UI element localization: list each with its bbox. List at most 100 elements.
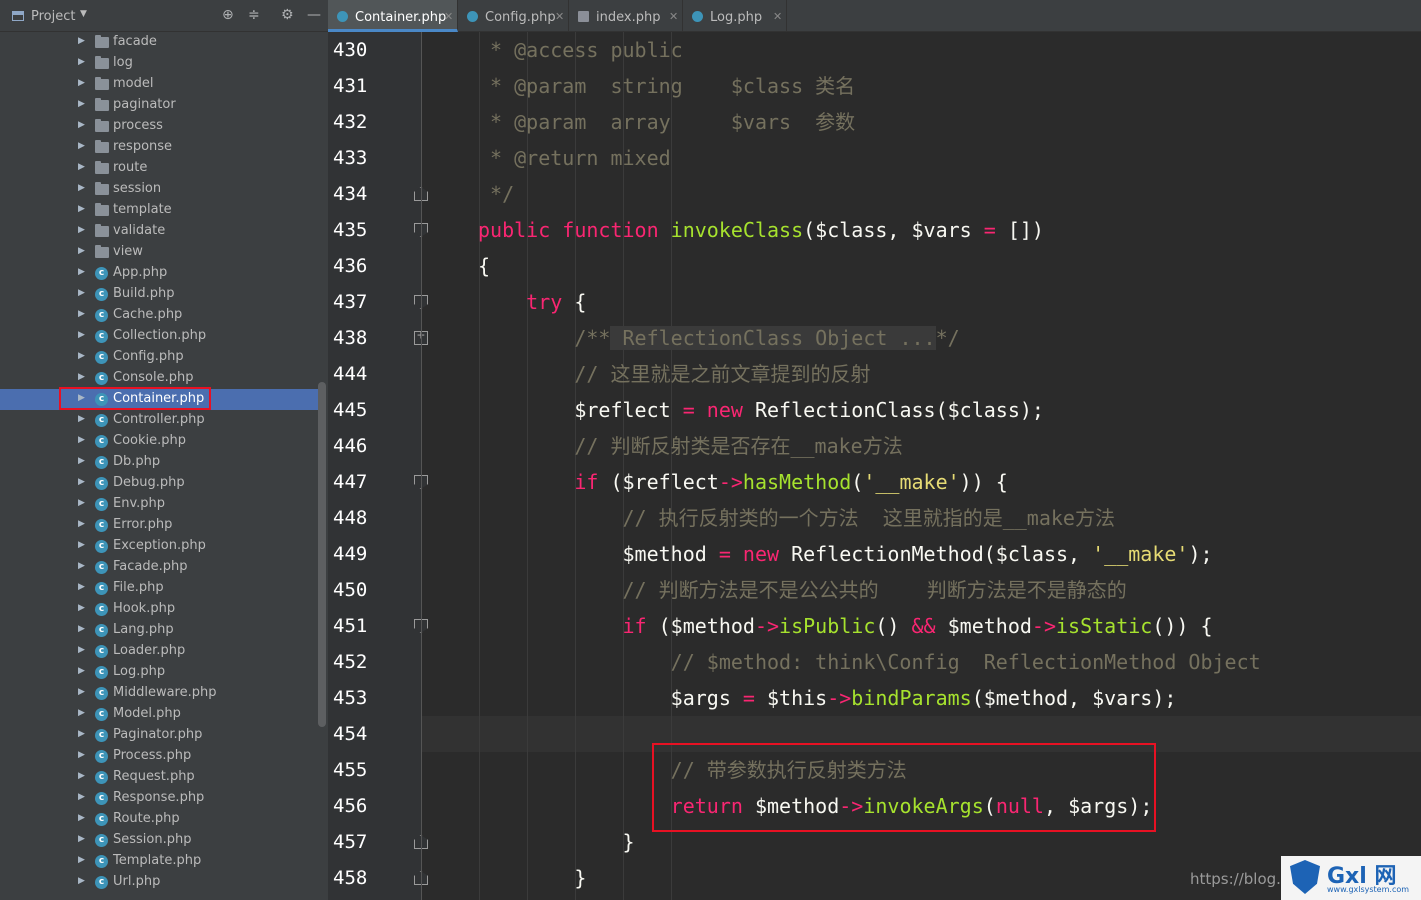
tree-item[interactable]: ▶ process [0,116,318,137]
expand-arrow-icon[interactable]: ▶ [78,435,85,445]
tree-scrollbar[interactable] [318,382,326,727]
tree-item[interactable]: ▶ c Loader.php [0,641,318,662]
code-line[interactable]: */ [478,176,514,212]
tab-config-php[interactable]: Config.php ✕ [458,0,569,32]
expand-arrow-icon[interactable]: ▶ [78,477,85,487]
code-line[interactable]: if ($reflect->hasMethod('__make')) { [478,464,1008,500]
close-icon[interactable]: ✕ [444,10,453,23]
tab-index-php[interactable]: index.php ✕ [569,0,683,32]
tree-item[interactable]: ▶ log [0,53,318,74]
expand-arrow-icon[interactable]: ▶ [78,582,85,592]
hide-panel-icon[interactable]: — [307,7,321,23]
expand-arrow-icon[interactable]: ▶ [78,204,85,214]
tree-item[interactable]: ▶ c Response.php [0,788,318,809]
code-line[interactable]: $method = new ReflectionMethod($class, '… [478,536,1212,572]
expand-arrow-icon[interactable]: ▶ [78,246,85,256]
code-line[interactable]: { [478,248,490,284]
tab-container-php[interactable]: Container.php ✕ [328,0,458,32]
collapse-all-icon[interactable]: ≑ [248,7,260,23]
close-icon[interactable]: ✕ [555,10,564,23]
project-tree[interactable]: ▶ facade ▶ log ▶ model ▶ paginator ▶ process ▶ resp… [0,32,328,900]
code-line[interactable]: public function invokeClass($class, $var… [478,212,1044,248]
close-icon[interactable]: ✕ [773,10,782,23]
tree-item[interactable]: ▶ c Error.php [0,515,318,536]
tree-item[interactable]: ▶ c Controller.php [0,410,318,431]
expand-arrow-icon[interactable]: ▶ [78,288,85,298]
expand-arrow-icon[interactable]: ▶ [78,225,85,235]
tree-item[interactable]: ▶ validate [0,221,318,242]
expand-arrow-icon[interactable]: ▶ [78,729,85,739]
expand-arrow-icon[interactable]: ▶ [78,141,85,151]
tree-item[interactable]: ▶ c Cache.php [0,305,318,326]
tree-item[interactable]: ▶ c Log.php [0,662,318,683]
tab-log-php[interactable]: Log.php ✕ [683,0,787,32]
tree-item[interactable]: ▶ c Model.php [0,704,318,725]
code-line[interactable]: * @param array $vars 参数 [478,104,855,140]
expand-arrow-icon[interactable]: ▶ [78,519,85,529]
expand-arrow-icon[interactable]: ▶ [78,414,85,424]
expand-arrow-icon[interactable]: ▶ [78,750,85,760]
tree-item[interactable]: ▶ view [0,242,318,263]
tree-item[interactable]: ▶ c Url.php [0,872,318,893]
tree-item[interactable]: ▶ paginator [0,95,318,116]
code-line[interactable]: // 这里就是之前文章提到的反射 [478,356,870,392]
code-line[interactable]: } [478,824,634,860]
locate-icon[interactable]: ⊕ [222,7,234,23]
code-editor[interactable]: 430 431 432 433 434 435 436 437 438 444 445 446 447 4… [328,32,1421,900]
tree-item[interactable]: ▶ c Template.php [0,851,318,872]
tree-item[interactable]: ▶ c Cookie.php [0,431,318,452]
expand-arrow-icon[interactable]: ▶ [78,771,85,781]
tree-item[interactable]: ▶ c Request.php [0,767,318,788]
expand-arrow-icon[interactable]: ▶ [78,99,85,109]
code-line[interactable]: // 判断方法是不是公公共的 判断方法是不是静态的 [478,572,1126,608]
tree-item[interactable]: ▶ c Db.php [0,452,318,473]
code-line[interactable]: if ($method->isPublic() && $method->isSt… [478,608,1212,644]
tree-item[interactable]: ▶ c Build.php [0,284,318,305]
expand-arrow-icon[interactable]: ▶ [78,309,85,319]
gear-icon[interactable]: ⚙ [281,7,294,23]
tree-item[interactable]: ▶ c Debug.php [0,473,318,494]
expand-arrow-icon[interactable]: ▶ [78,666,85,676]
expand-arrow-icon[interactable]: ▶ [78,645,85,655]
tree-item[interactable]: ▶ template [0,200,318,221]
tree-item[interactable]: ▶ c Env.php [0,494,318,515]
expand-arrow-icon[interactable]: ▶ [78,162,85,172]
expand-arrow-icon[interactable]: ▶ [78,561,85,571]
tree-item[interactable]: ▶ c Process.php [0,746,318,767]
project-view-selector[interactable]: Project [31,9,75,24]
tree-item[interactable]: ▶ session [0,179,318,200]
expand-arrow-icon[interactable]: ▶ [78,351,85,361]
tree-item[interactable]: ▶ model [0,74,318,95]
code-line[interactable]: * @return mixed [478,140,671,176]
tree-item[interactable]: ▶ c Session.php [0,830,318,851]
code-line[interactable]: } [478,860,586,896]
tree-item[interactable]: ▶ c Config.php [0,347,318,368]
expand-arrow-icon[interactable]: ▶ [78,708,85,718]
close-icon[interactable]: ✕ [669,10,678,23]
expand-arrow-icon[interactable]: ▶ [78,330,85,340]
expand-arrow-icon[interactable]: ▶ [78,36,85,46]
expand-arrow-icon[interactable]: ▶ [78,456,85,466]
code-line[interactable]: * @access public [478,32,683,68]
tree-item[interactable]: ▶ c Facade.php [0,557,318,578]
tree-item[interactable]: ▶ c App.php [0,263,318,284]
code-line[interactable]: /** ReflectionClass Object ...*/ [478,320,960,356]
tree-item[interactable]: ▶ c Lang.php [0,620,318,641]
tree-item[interactable]: ▶ c Paginator.php [0,725,318,746]
tree-item[interactable]: ▶ c Hook.php [0,599,318,620]
expand-arrow-icon[interactable]: ▶ [78,624,85,634]
tree-item[interactable]: ▶ facade [0,32,318,53]
expand-arrow-icon[interactable]: ▶ [78,57,85,67]
expand-arrow-icon[interactable]: ▶ [78,498,85,508]
code-line[interactable]: * @param string $class 类名 [478,68,855,104]
expand-arrow-icon[interactable]: ▶ [78,813,85,823]
line-number-gutter[interactable]: 430 431 432 433 434 435 436 437 438 444 445 446 447 4… [328,32,428,900]
chevron-down-icon[interactable]: ▼ [80,9,87,19]
expand-arrow-icon[interactable]: ▶ [78,603,85,613]
expand-arrow-icon[interactable]: ▶ [78,855,85,865]
code-line[interactable]: // 执行反射类的一个方法 这里就指的是__make方法 [478,500,1114,536]
expand-arrow-icon[interactable]: ▶ [78,834,85,844]
tree-item[interactable]: ▶ c Route.php [0,809,318,830]
tree-item[interactable]: ▶ c Console.php [0,368,318,389]
expand-arrow-icon[interactable]: ▶ [78,792,85,802]
